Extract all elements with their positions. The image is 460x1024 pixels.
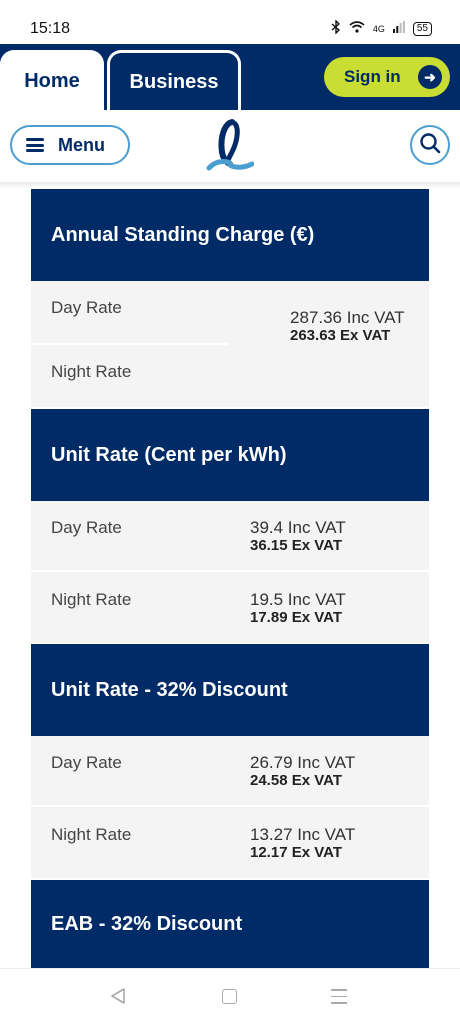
bluetooth-icon <box>331 19 341 37</box>
row-divider <box>31 343 229 345</box>
inc-vat-value: 39.4 Inc VAT <box>250 518 346 537</box>
hamburger-icon <box>26 138 44 152</box>
menu-button[interactable]: Menu <box>10 125 130 165</box>
ex-vat-value: 36.15 Ex VAT <box>250 537 342 554</box>
night-rate-row: Night Rate 19.5 Inc VAT 17.89 Ex VAT <box>31 572 429 643</box>
tab-business[interactable]: Business <box>107 50 241 112</box>
section-title: Unit Rate (Cent per kWh) <box>31 409 429 501</box>
ex-vat-value: 12.17 Ex VAT <box>250 844 342 861</box>
day-rate-label: Day Rate <box>51 518 122 537</box>
header-bar: Menu <box>0 110 460 182</box>
night-rate-row: Night Rate 13.27 Inc VAT 12.17 Ex VAT <box>31 807 429 878</box>
day-rate-label: Day Rate <box>51 753 122 772</box>
ex-vat-value: 17.89 Ex VAT <box>250 609 342 626</box>
search-icon <box>419 132 441 158</box>
arrow-right-icon: ➜ <box>418 65 442 89</box>
search-button[interactable] <box>410 125 450 165</box>
system-nav-bar <box>0 968 460 1024</box>
ex-vat-value: 263.63 Ex VAT <box>290 327 391 344</box>
battery-icon: 55 <box>412 21 432 36</box>
back-icon[interactable] <box>110 987 126 1009</box>
night-rate-label: Night Rate <box>51 590 132 609</box>
inc-vat-value: 287.36 Inc VAT <box>290 308 405 327</box>
status-icons: 4G 55 <box>331 19 432 37</box>
night-rate-label: Night Rate <box>51 362 132 381</box>
day-rate-row: Day Rate 26.79 Inc VAT 24.58 Ex VAT <box>31 736 429 807</box>
network-label: 4G <box>372 23 385 34</box>
sign-in-label: Sign in <box>344 67 401 86</box>
section-title: Annual Standing Charge (€) <box>31 189 429 281</box>
day-rate-row: Day Rate 39.4 Inc VAT 36.15 Ex VAT <box>31 501 429 572</box>
top-nav: Home Business Sign in ➜ <box>0 44 460 112</box>
tab-home[interactable]: Home <box>0 50 104 112</box>
scroll-shadow <box>0 182 460 188</box>
menu-label: Menu <box>58 134 105 155</box>
unit-rate-section: Unit Rate (Cent per kWh) Day Rate 39.4 I… <box>31 409 429 643</box>
brand-logo[interactable] <box>206 118 255 174</box>
section-title: Unit Rate - 32% Discount <box>31 644 429 736</box>
status-bar: 15:18 4G 55 <box>0 0 460 44</box>
status-time: 15:18 <box>30 20 71 37</box>
ex-vat-value: 24.58 Ex VAT <box>250 772 342 789</box>
day-rate-label: Day Rate <box>51 298 122 317</box>
recent-apps-icon[interactable] <box>331 989 347 1009</box>
standing-charge-row: Day Rate Night Rate 287.36 Inc VAT 263.6… <box>31 281 429 407</box>
home-icon[interactable] <box>222 989 237 1004</box>
discount-rate-section: Unit Rate - 32% Discount Day Rate 26.79 … <box>31 644 429 878</box>
eab-discount-section: EAB - 32% Discount <box>31 880 429 968</box>
signal-icon <box>392 21 405 36</box>
wifi-icon <box>349 21 365 36</box>
inc-vat-value: 19.5 Inc VAT <box>250 590 346 609</box>
sign-in-button[interactable]: Sign in ➜ <box>324 57 450 97</box>
inc-vat-value: 26.79 Inc VAT <box>250 753 356 772</box>
night-rate-label: Night Rate <box>51 825 132 844</box>
inc-vat-value: 13.27 Inc VAT <box>250 825 356 844</box>
section-title: EAB - 32% Discount <box>31 880 429 968</box>
standing-charge-section: Annual Standing Charge (€) Day Rate Nigh… <box>31 189 429 407</box>
